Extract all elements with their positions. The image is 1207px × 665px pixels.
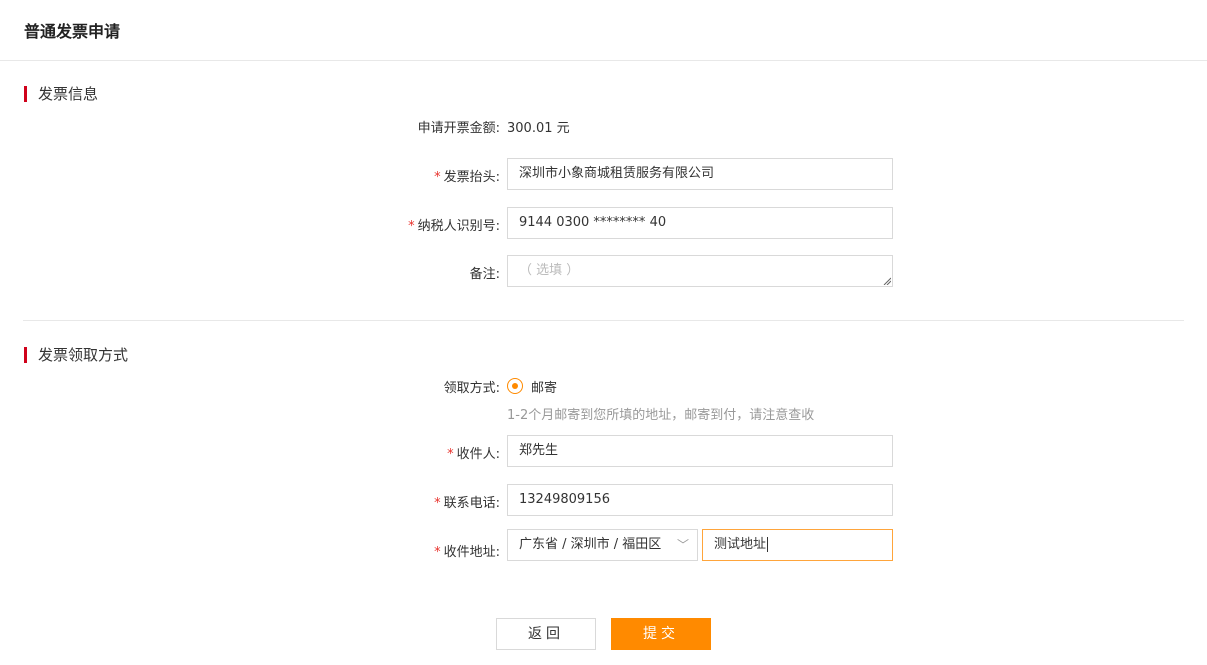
delivery-method-label: 领取方式: (443, 381, 500, 396)
recipient-label: * 收件人: (447, 443, 500, 462)
section-title-delivery: 发票领取方式 (24, 346, 128, 364)
section-title-invoice-info: 发票信息 (24, 85, 98, 103)
region-select-value: 广东省 / 深圳市 / 福田区 (519, 537, 662, 552)
amount-value: 300.01 元 (507, 121, 570, 136)
required-mark: * (434, 170, 441, 185)
page-title: 普通发票申请 (24, 22, 121, 41)
required-mark: * (447, 447, 454, 462)
address-detail-value: 测试地址 (714, 537, 767, 552)
phone-label: * 联系电话: (434, 492, 500, 511)
required-mark: * (434, 545, 441, 560)
region-select[interactable]: 广东省 / 深圳市 / 福田区 ﹀ (507, 529, 698, 561)
resize-grip-icon[interactable] (883, 277, 891, 285)
phone-label-text: 联系电话: (443, 496, 500, 511)
remark-label: 备注: (469, 267, 500, 282)
required-mark: * (408, 219, 415, 234)
required-mark: * (434, 496, 441, 511)
section-title-text: 发票领取方式 (38, 346, 129, 364)
remark-textarea[interactable]: （ 选填 ） (507, 255, 893, 287)
invoice-header-input[interactable]: 深圳市小象商城租赁服务有限公司 (507, 158, 893, 190)
radio-checked-icon[interactable] (507, 378, 523, 394)
section-marker (24, 86, 27, 102)
chevron-down-icon[interactable]: ﹀ (677, 530, 689, 560)
delivery-hint: 1-2个月邮寄到您所填的地址，邮寄到付，请注意查收 (507, 408, 815, 423)
section-title-text: 发票信息 (38, 85, 99, 103)
delivery-method-option[interactable]: 邮寄 (531, 377, 557, 396)
section-divider (23, 320, 1184, 321)
amount-label: 申请开票金额: (417, 121, 500, 136)
address-label-text: 收件地址: (443, 545, 500, 560)
address-detail-input[interactable]: 测试地址 (702, 529, 893, 561)
recipient-label-text: 收件人: (456, 447, 500, 462)
invoice-header-label-text: 发票抬头: (443, 170, 500, 185)
submit-button[interactable]: 提交 (611, 618, 711, 650)
recipient-input[interactable]: 郑先生 (507, 435, 893, 467)
taxpayer-id-input[interactable]: 9144 0300 ******** 40 (507, 207, 893, 239)
text-cursor (767, 537, 769, 552)
phone-input[interactable]: 13249809156 (507, 484, 893, 516)
taxpayer-id-label-text: 纳税人识别号: (417, 219, 500, 234)
remark-placeholder: （ 选填 ） (519, 263, 580, 278)
invoice-header-label: * 发票抬头: (434, 166, 500, 185)
back-button[interactable]: 返回 (496, 618, 596, 650)
section-marker (24, 347, 27, 363)
header-divider (0, 60, 1207, 61)
radio-dot (512, 383, 518, 389)
taxpayer-id-label: * 纳税人识别号: (408, 215, 500, 234)
address-label: * 收件地址: (434, 541, 500, 560)
